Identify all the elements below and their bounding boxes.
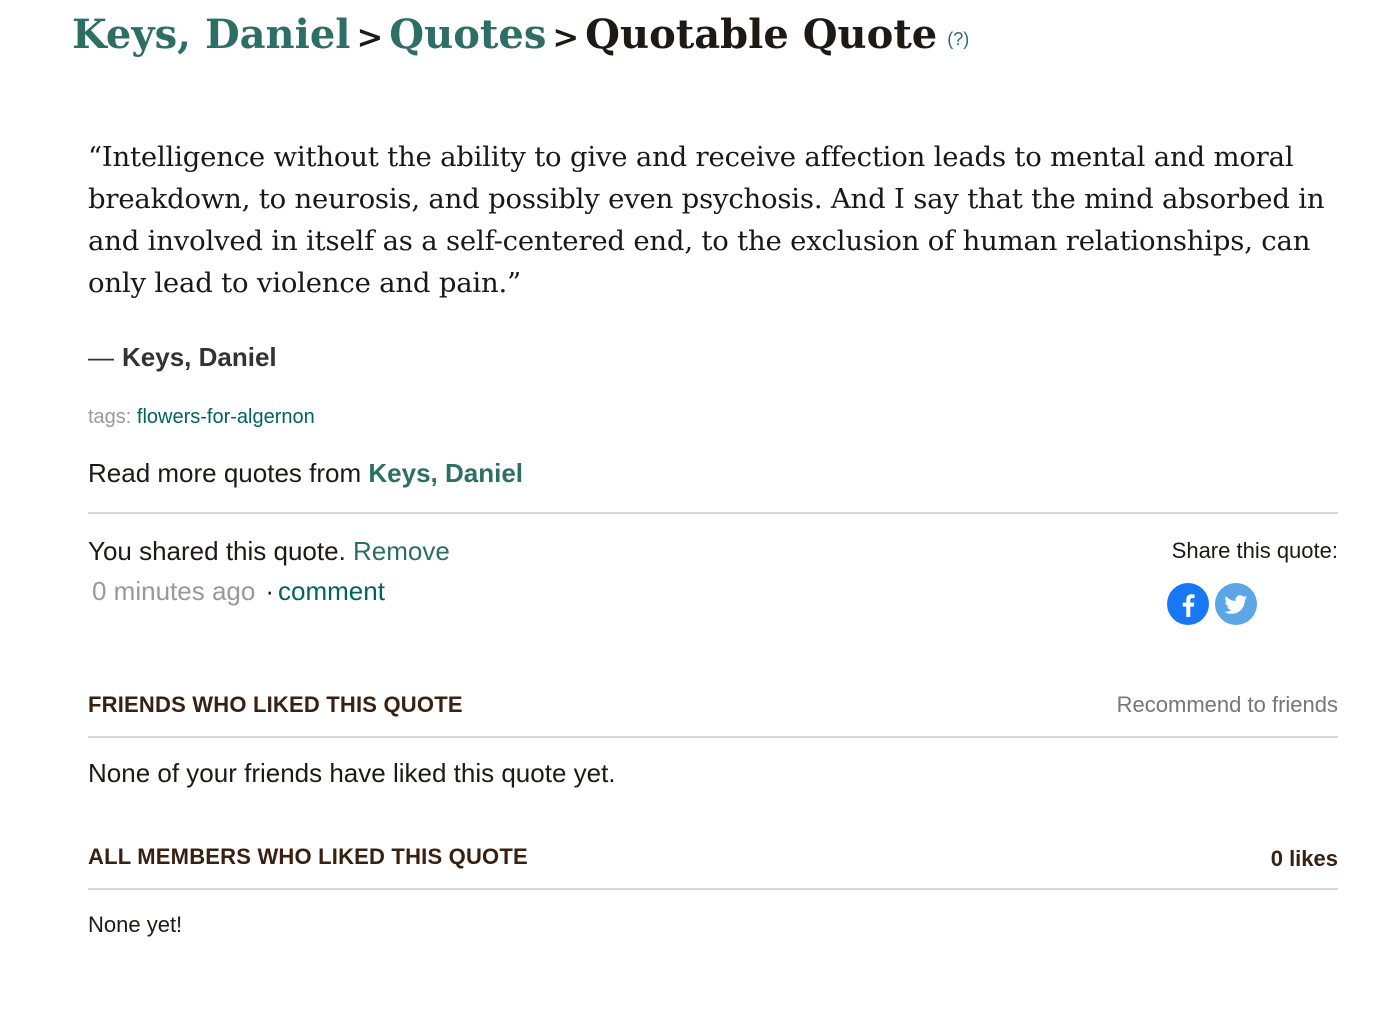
- shared-time: 0 minutes ago: [92, 576, 256, 606]
- help-link[interactable]: (?): [947, 29, 969, 49]
- quote-author-line: ― Keys, Daniel: [88, 342, 277, 373]
- tags: tags: flowers-for-algernon: [88, 406, 315, 429]
- author-dash: ―: [88, 342, 114, 372]
- likes-count: 0 likes: [1270, 846, 1338, 871]
- divider: [88, 512, 1338, 514]
- tags-label: tags:: [88, 406, 132, 428]
- shared-text: You shared this quote.: [88, 536, 346, 566]
- shared-status: You shared this quote. Remove: [88, 536, 450, 567]
- recommend-to-friends-link[interactable]: Recommend to friends: [1117, 692, 1338, 718]
- members-section-title: ALL MEMBERS WHO LIKED THIS QUOTE: [88, 844, 528, 869]
- remove-share-link[interactable]: Remove: [353, 536, 450, 566]
- breadcrumb-quotes-link[interactable]: Quotes: [389, 11, 546, 58]
- friends-empty-text: None of your friends have liked this quo…: [88, 758, 616, 788]
- read-more-author-link[interactable]: Keys, Daniel: [368, 458, 523, 488]
- divider: [88, 736, 1338, 738]
- read-more-label: Read more quotes from: [88, 458, 362, 488]
- share-icons: [1166, 582, 1258, 626]
- meta-separator: ·: [265, 576, 274, 606]
- tag-link[interactable]: flowers-for-algernon: [137, 406, 315, 428]
- quote-text: “Intelligence without the ability to giv…: [88, 141, 1325, 299]
- twitter-icon[interactable]: [1214, 582, 1258, 626]
- page-title: Quotable Quote: [585, 11, 938, 58]
- members-empty-text: None yet!: [88, 912, 183, 937]
- shared-meta: 0 minutes ago · comment: [92, 576, 385, 607]
- divider: [88, 888, 1338, 890]
- breadcrumb-separator: >: [356, 18, 384, 56]
- breadcrumb-author-link[interactable]: Keys, Daniel: [72, 11, 350, 58]
- share-label: Share this quote:: [1171, 538, 1338, 563]
- share-block: Share this quote:: [1166, 538, 1338, 626]
- breadcrumb: Keys, Daniel > Quotes > Quotable Quote (?): [72, 6, 969, 66]
- breadcrumb-separator: >: [552, 18, 580, 56]
- quote-details: “Intelligence without the ability to giv…: [88, 136, 1338, 937]
- friends-section-title: FRIENDS WHO LIKED THIS QUOTE: [88, 692, 463, 717]
- comment-link[interactable]: comment: [278, 576, 385, 606]
- facebook-icon[interactable]: [1166, 582, 1210, 626]
- quote-author: Keys, Daniel: [122, 342, 277, 372]
- read-more: Read more quotes from Keys, Daniel: [88, 458, 523, 489]
